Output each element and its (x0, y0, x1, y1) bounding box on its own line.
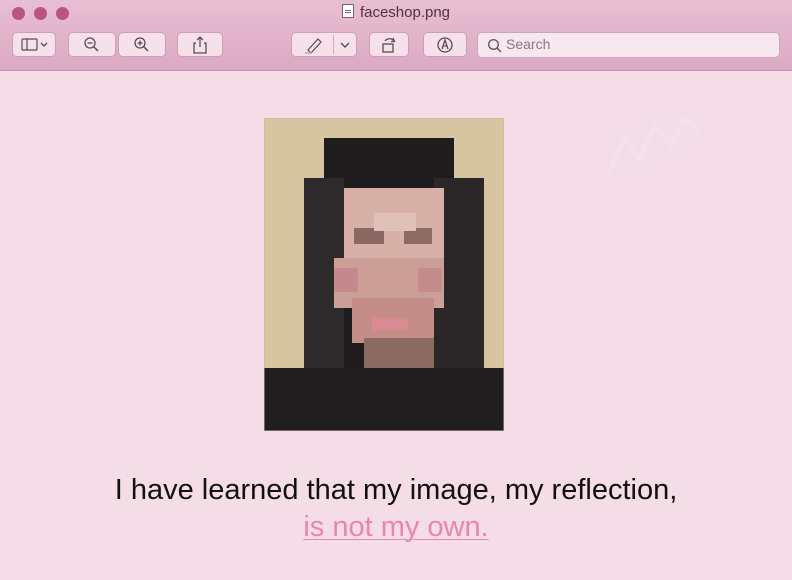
title-bar: faceshop.png (0, 0, 792, 71)
caption-link[interactable]: is not my own. (0, 509, 792, 546)
rotate-button[interactable] (369, 32, 409, 57)
window-title-text: faceshop.png (359, 4, 451, 21)
preview-window: faceshop.png Search I have learned that … (0, 0, 792, 580)
sidebar-button[interactable] (12, 32, 56, 57)
segment-divider (333, 35, 334, 54)
search-input[interactable] (506, 36, 766, 52)
rotate-icon (379, 35, 399, 55)
zoom-out-icon (82, 36, 102, 54)
image-viewer-area: I have learned that my image, my reflect… (0, 71, 792, 580)
caption: I have learned that my image, my reflect… (0, 472, 792, 546)
markup-toolbar-button[interactable] (291, 32, 357, 57)
window-title: faceshop.png (0, 4, 792, 21)
zoom-in-icon (132, 36, 152, 54)
markup-pen-icon (302, 35, 326, 55)
share-button[interactable] (177, 32, 223, 57)
chevron-down-icon[interactable] (339, 40, 351, 50)
zoom-out-button[interactable] (68, 32, 116, 57)
sidebar-icon (19, 37, 49, 53)
search-field[interactable] (477, 32, 780, 58)
share-icon (191, 35, 209, 55)
annotate-icon (435, 35, 455, 55)
caption-line-1: I have learned that my image, my reflect… (114, 474, 678, 506)
background-decoration (604, 101, 709, 201)
pixelated-portrait-image[interactable] (264, 118, 504, 431)
search-icon (487, 38, 503, 59)
annotate-button[interactable] (423, 32, 467, 57)
zoom-in-button[interactable] (118, 32, 166, 57)
document-icon (341, 4, 354, 18)
